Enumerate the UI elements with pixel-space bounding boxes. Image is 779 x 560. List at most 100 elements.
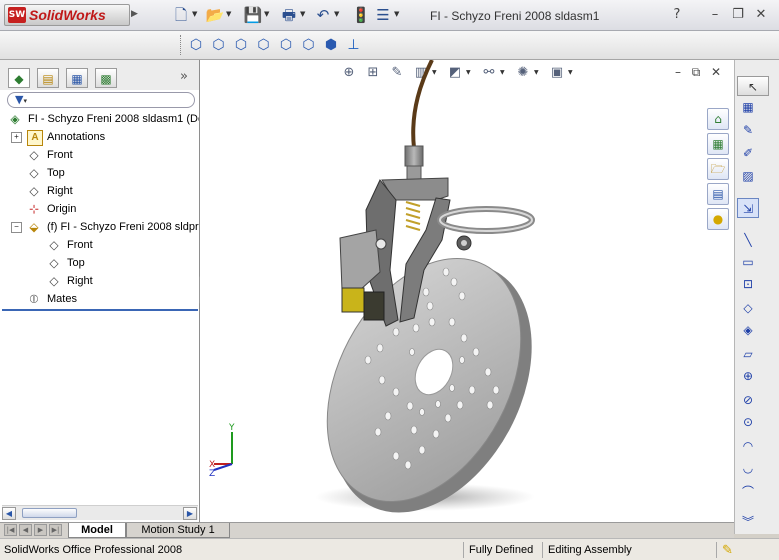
view-palette-icon[interactable]: ▤ [707,183,729,205]
tree-item-front[interactable]: ◇ Front [0,146,199,164]
next-tab-icon[interactable]: ▶ [34,524,47,536]
filter-icon[interactable]: ▼▾ [15,93,27,108]
expand-icon[interactable]: + [11,132,22,143]
parallelogram-icon[interactable]: ▱ [737,344,759,364]
close-button[interactable]: ✕ [752,6,770,24]
open-folder-icon[interactable]: 📂 [204,5,226,25]
scroll-right-icon[interactable]: ▶ [183,507,197,520]
dropdown-arrow-icon[interactable]: ▼ [334,10,339,18]
polygon-center-icon[interactable]: ◈ [737,320,759,340]
tree-item-part[interactable]: − ⬙ (f) FI - Schyzo Freni 2008 sldpr [0,218,199,236]
center-rectangle-icon[interactable]: ⊡ [737,274,759,294]
tree-item-label: Top [47,167,65,179]
dropdown-arrow-icon[interactable]: ▼ [226,10,231,18]
window-title: FI - Schyzo Freni 2008 sldasm1 [430,9,600,23]
tab-model[interactable]: Model [68,523,126,538]
plane-icon: ◇ [29,166,39,180]
menu-expand-arrow-icon[interactable]: ▶ [131,9,138,19]
tree-item-right[interactable]: ◇ Right [0,182,199,200]
status-sketch-state: Fully Defined [463,542,541,558]
cable-fitting [404,145,424,167]
tree-item-top[interactable]: ◇ Top [0,164,199,182]
save-icon[interactable]: 💾 [242,5,264,25]
undo-icon[interactable]: ↶ [312,5,334,25]
sketch-icon[interactable]: ✎ [737,120,759,140]
grid-icon[interactable]: ▦ [737,97,759,117]
brake-pad-left [341,287,365,313]
dropdown-arrow-icon[interactable]: ▼ [192,10,197,18]
pivot-bolt [375,238,387,250]
3d-sketch-icon[interactable]: ✐ [737,143,759,163]
tangent-arc-icon[interactable]: ◡ [737,458,759,478]
tree-item-part-right[interactable]: ◇ Right [0,272,199,290]
toolbar-grip[interactable] [180,35,183,55]
normal-to-icon[interactable]: ⊥ [344,36,364,54]
design-library-icon[interactable]: ▦ [707,133,729,155]
rebuild-traffic-light-icon[interactable]: 🚦 [350,5,372,25]
tree-item-label: Right [67,275,93,287]
resources-home-icon[interactable]: ⌂ [707,108,729,130]
rollback-bar[interactable] [2,309,198,311]
tree-item-part-front[interactable]: ◇ Front [0,236,199,254]
three-point-arc-icon[interactable]: ⌒ [737,482,759,502]
view-toolbar: ⬡ ⬡ ⬡ ⬡ ⬡ ⬡ ⬢ ⊥ [0,31,779,60]
feature-filter-input[interactable]: ▼▾ [7,92,195,108]
prev-tab-icon[interactable]: ◀ [19,524,32,536]
perimeter-circle-icon[interactable]: ⊘ [737,390,759,410]
sketch-picture-icon[interactable]: ▨ [737,166,759,186]
brake-assembly-model[interactable]: Y X Z [200,60,734,522]
select-arrow-icon[interactable]: ↖ [737,76,769,96]
tree-item-label: Mates [47,293,77,305]
tab-motion-study-1[interactable]: Motion Study 1 [126,523,230,538]
smart-dimension-icon[interactable]: ⇲ [737,198,759,218]
view-left-icon[interactable]: ⬡ [231,36,251,54]
tree-item-root[interactable]: ◈ FI - Schyzo Freni 2008 sldasm1 (De [0,110,199,128]
line-icon[interactable]: ╲ [737,230,759,250]
view-back-icon[interactable]: ⬡ [209,36,229,54]
plane-icon: ◇ [29,184,39,198]
tree-item-origin[interactable]: ⊹ Origin [0,200,199,218]
panel-expand-icon[interactable]: » [180,69,188,84]
tree-item-label: Front [67,239,93,251]
tree-item-part-top[interactable]: ◇ Top [0,254,199,272]
solidworks-menu-button[interactable]: SW SolidWorks [4,4,130,26]
more-tools-chevron-icon[interactable]: ︾ [737,512,759,532]
featuremanager-tab-icon[interactable]: ◆ [8,68,30,88]
polygon-icon[interactable]: ◇ [737,298,759,318]
options-icon[interactable]: ☰ [372,5,394,25]
propertymanager-tab-icon[interactable]: ▤ [37,68,59,88]
rectangle-icon[interactable]: ▭ [737,252,759,272]
tree-horizontal-scrollbar[interactable]: ◀ ▶ [2,505,198,520]
arc-icon[interactable]: ◠ [737,436,759,456]
dropdown-arrow-icon[interactable]: ▼ [264,10,269,18]
plane-icon: ◇ [49,238,59,252]
scroll-left-icon[interactable]: ◀ [2,507,16,520]
collapse-icon[interactable]: − [11,222,22,233]
dimxpert-tab-icon[interactable]: ▩ [95,68,117,88]
appearances-icon[interactable]: ● [707,208,729,230]
dropdown-arrow-icon[interactable]: ▼ [394,10,399,18]
view-front-icon[interactable]: ⬡ [186,36,206,54]
circle-icon[interactable]: ⊕ [737,366,759,386]
circle-center-icon[interactable]: ⊙ [737,412,759,432]
new-doc-icon[interactable]: 🗋 [170,5,192,25]
file-explorer-icon[interactable]: 🗁 [707,158,729,180]
tree-item-annotations[interactable]: + A Annotations [0,128,199,146]
graphics-area[interactable]: ⊕ ⊞ ✎ ▥ ▼ ◩ ▼ ⚯ ▼ ✺ ▼ ▣ ▼ – ⧉ ✕ Y X Z [200,60,734,522]
dropdown-arrow-icon[interactable]: ▼ [300,10,305,18]
scroll-thumb[interactable] [22,508,77,518]
tree-item-mates[interactable]: ⦶ Mates [0,290,199,308]
view-bottom-icon[interactable]: ⬡ [299,36,319,54]
view-isometric-icon[interactable]: ⬢ [321,36,341,54]
help-button[interactable]: ? [668,6,686,24]
first-tab-icon[interactable]: |◀ [4,524,17,536]
minimize-button[interactable]: – [706,6,724,24]
view-right-icon[interactable]: ⬡ [254,36,274,54]
restore-button[interactable]: ❐ [729,6,747,24]
print-icon[interactable]: 🖶 [278,5,300,25]
solidworks-logo-icon: SW [8,7,26,23]
last-tab-icon[interactable]: ▶| [49,524,62,536]
balloon-help-icon[interactable]: ✎ [716,542,776,558]
view-top-icon[interactable]: ⬡ [276,36,296,54]
configurationmanager-tab-icon[interactable]: ▦ [66,68,88,88]
